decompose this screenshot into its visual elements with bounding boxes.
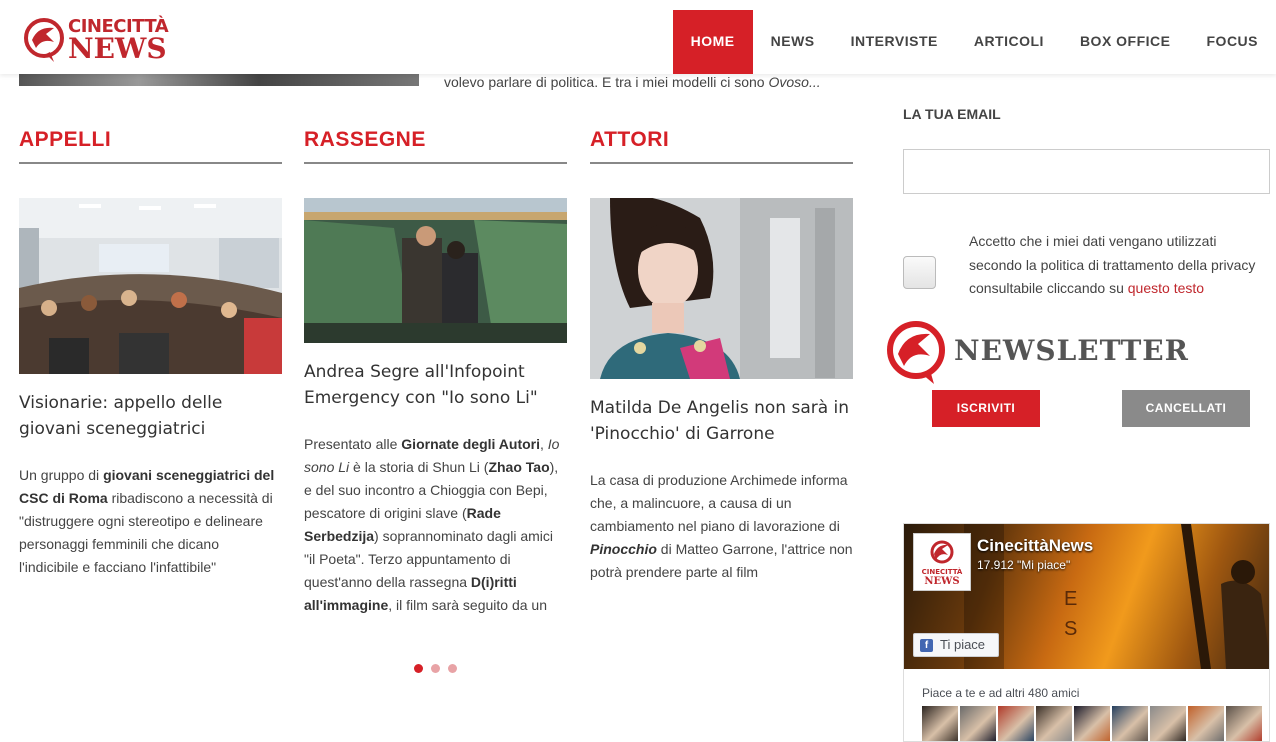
email-input[interactable] [903, 149, 1270, 194]
friend-avatar[interactable] [998, 706, 1034, 741]
cover-figure-silhouette [1181, 524, 1269, 669]
unsubscribe-button[interactable]: CANCELLATI [1122, 390, 1250, 427]
previous-article-image[interactable] [19, 74, 419, 86]
conference-room-photo [19, 198, 282, 374]
carousel-dot[interactable] [414, 664, 423, 673]
subscribe-button[interactable]: ISCRIVITI [932, 390, 1040, 427]
avatar-text-news: NEWS [924, 576, 959, 587]
facebook-page-name[interactable]: CinecittàNews [977, 536, 1093, 556]
facebook-icon: f [920, 639, 933, 652]
facebook-like-count: 17.912 "Mi piace" [977, 558, 1071, 572]
carousel-dot[interactable] [448, 664, 457, 673]
friend-avatar[interactable] [960, 706, 996, 741]
article-image[interactable] [304, 198, 567, 343]
newsletter-logo: NEWSLETTER [886, 320, 1216, 386]
article-excerpt: Un gruppo di giovani sceneggiatrici del … [19, 467, 275, 575]
previous-article-excerpt: volevo parlare di politica. E tra i miei… [444, 74, 821, 90]
main-nav: HOME NEWS INTERVISTE ARTICOLI BOX OFFICE… [672, 10, 1276, 74]
friend-avatar[interactable] [1188, 706, 1224, 741]
friend-avatar[interactable] [1150, 706, 1186, 741]
carousel-pagination [414, 664, 457, 673]
article-image[interactable] [590, 198, 853, 379]
friend-avatar[interactable] [1036, 706, 1072, 741]
nav-focus[interactable]: FOCUS [1189, 10, 1276, 74]
facebook-like-button[interactable]: f Ti piace [913, 633, 999, 657]
avatar-text-cinecitta: CINECITTÀ [922, 567, 963, 576]
nav-box-office[interactable]: BOX OFFICE [1062, 10, 1189, 74]
facebook-page-avatar[interactable]: CINECITTÀ NEWS [913, 533, 971, 591]
article-image[interactable] [19, 198, 282, 374]
article-excerpt: Presentato alle Giornate degli Autori, I… [304, 436, 560, 613]
facebook-friends-text: Piace a te e ad altri 480 amici [922, 686, 1080, 700]
friend-avatar[interactable] [1226, 706, 1262, 741]
nav-home[interactable]: HOME [672, 10, 753, 74]
article-excerpt: La casa di produzione Archimede informa … [590, 472, 853, 580]
category-title[interactable]: ATTORI [590, 128, 853, 164]
article-headline[interactable]: Andrea Segre all'Infopoint Emergency con… [304, 359, 567, 411]
friend-avatar[interactable] [1074, 706, 1110, 741]
newsletter-title: NEWSLETTER [954, 334, 1189, 367]
category-column-appelli: APPELLI Visionarie: appello delle giovan… [19, 128, 282, 579]
nav-interviste[interactable]: INTERVISTE [833, 10, 956, 74]
category-column-rassegne: RASSEGNE Andrea Segre all'Infopoint Emer… [304, 128, 567, 617]
article-headline[interactable]: Visionarie: appello delle giovani sceneg… [19, 390, 282, 442]
privacy-consent-checkbox[interactable] [903, 256, 936, 289]
logo-icon [24, 18, 64, 62]
carousel-dot[interactable] [431, 664, 440, 673]
privacy-policy-link[interactable]: questo testo [1128, 280, 1204, 296]
article-headline[interactable]: Matilda De Angelis non sarà in 'Pinocchi… [590, 395, 853, 447]
facebook-like-label: Ti piace [940, 637, 986, 652]
nav-articoli[interactable]: ARTICOLI [956, 10, 1062, 74]
nav-news[interactable]: NEWS [753, 10, 833, 74]
newsletter-logo-icon [887, 321, 945, 384]
email-label: LA TUA EMAIL [903, 106, 1001, 122]
cinecitta-avatar-icon: CINECITTÀ NEWS [922, 540, 963, 587]
facebook-page-widget: ES CINECITTÀ NEWS CinecittàNews 17.912 "… [903, 523, 1270, 742]
friend-avatar[interactable] [922, 706, 958, 741]
category-column-attori: ATTORI Matilda De Angelis non sarà in 'P… [590, 128, 853, 584]
site-logo[interactable]: CINECITTÀ NEWS [24, 14, 184, 72]
actress-portrait-photo [590, 198, 853, 379]
logo-text-news: NEWS [68, 32, 167, 65]
site-header: CINECITTÀ NEWS HOME NEWS INTERVISTE ARTI… [0, 0, 1276, 74]
friend-avatar[interactable] [1112, 706, 1148, 741]
fishermen-photo [304, 198, 567, 343]
privacy-consent-text: Accetto che i miei dati vengano utilizza… [969, 233, 1256, 296]
facebook-friend-faces [922, 706, 1262, 741]
category-title[interactable]: RASSEGNE [304, 128, 567, 164]
cover-letters: ES [1064, 588, 1078, 640]
category-title[interactable]: APPELLI [19, 128, 282, 164]
